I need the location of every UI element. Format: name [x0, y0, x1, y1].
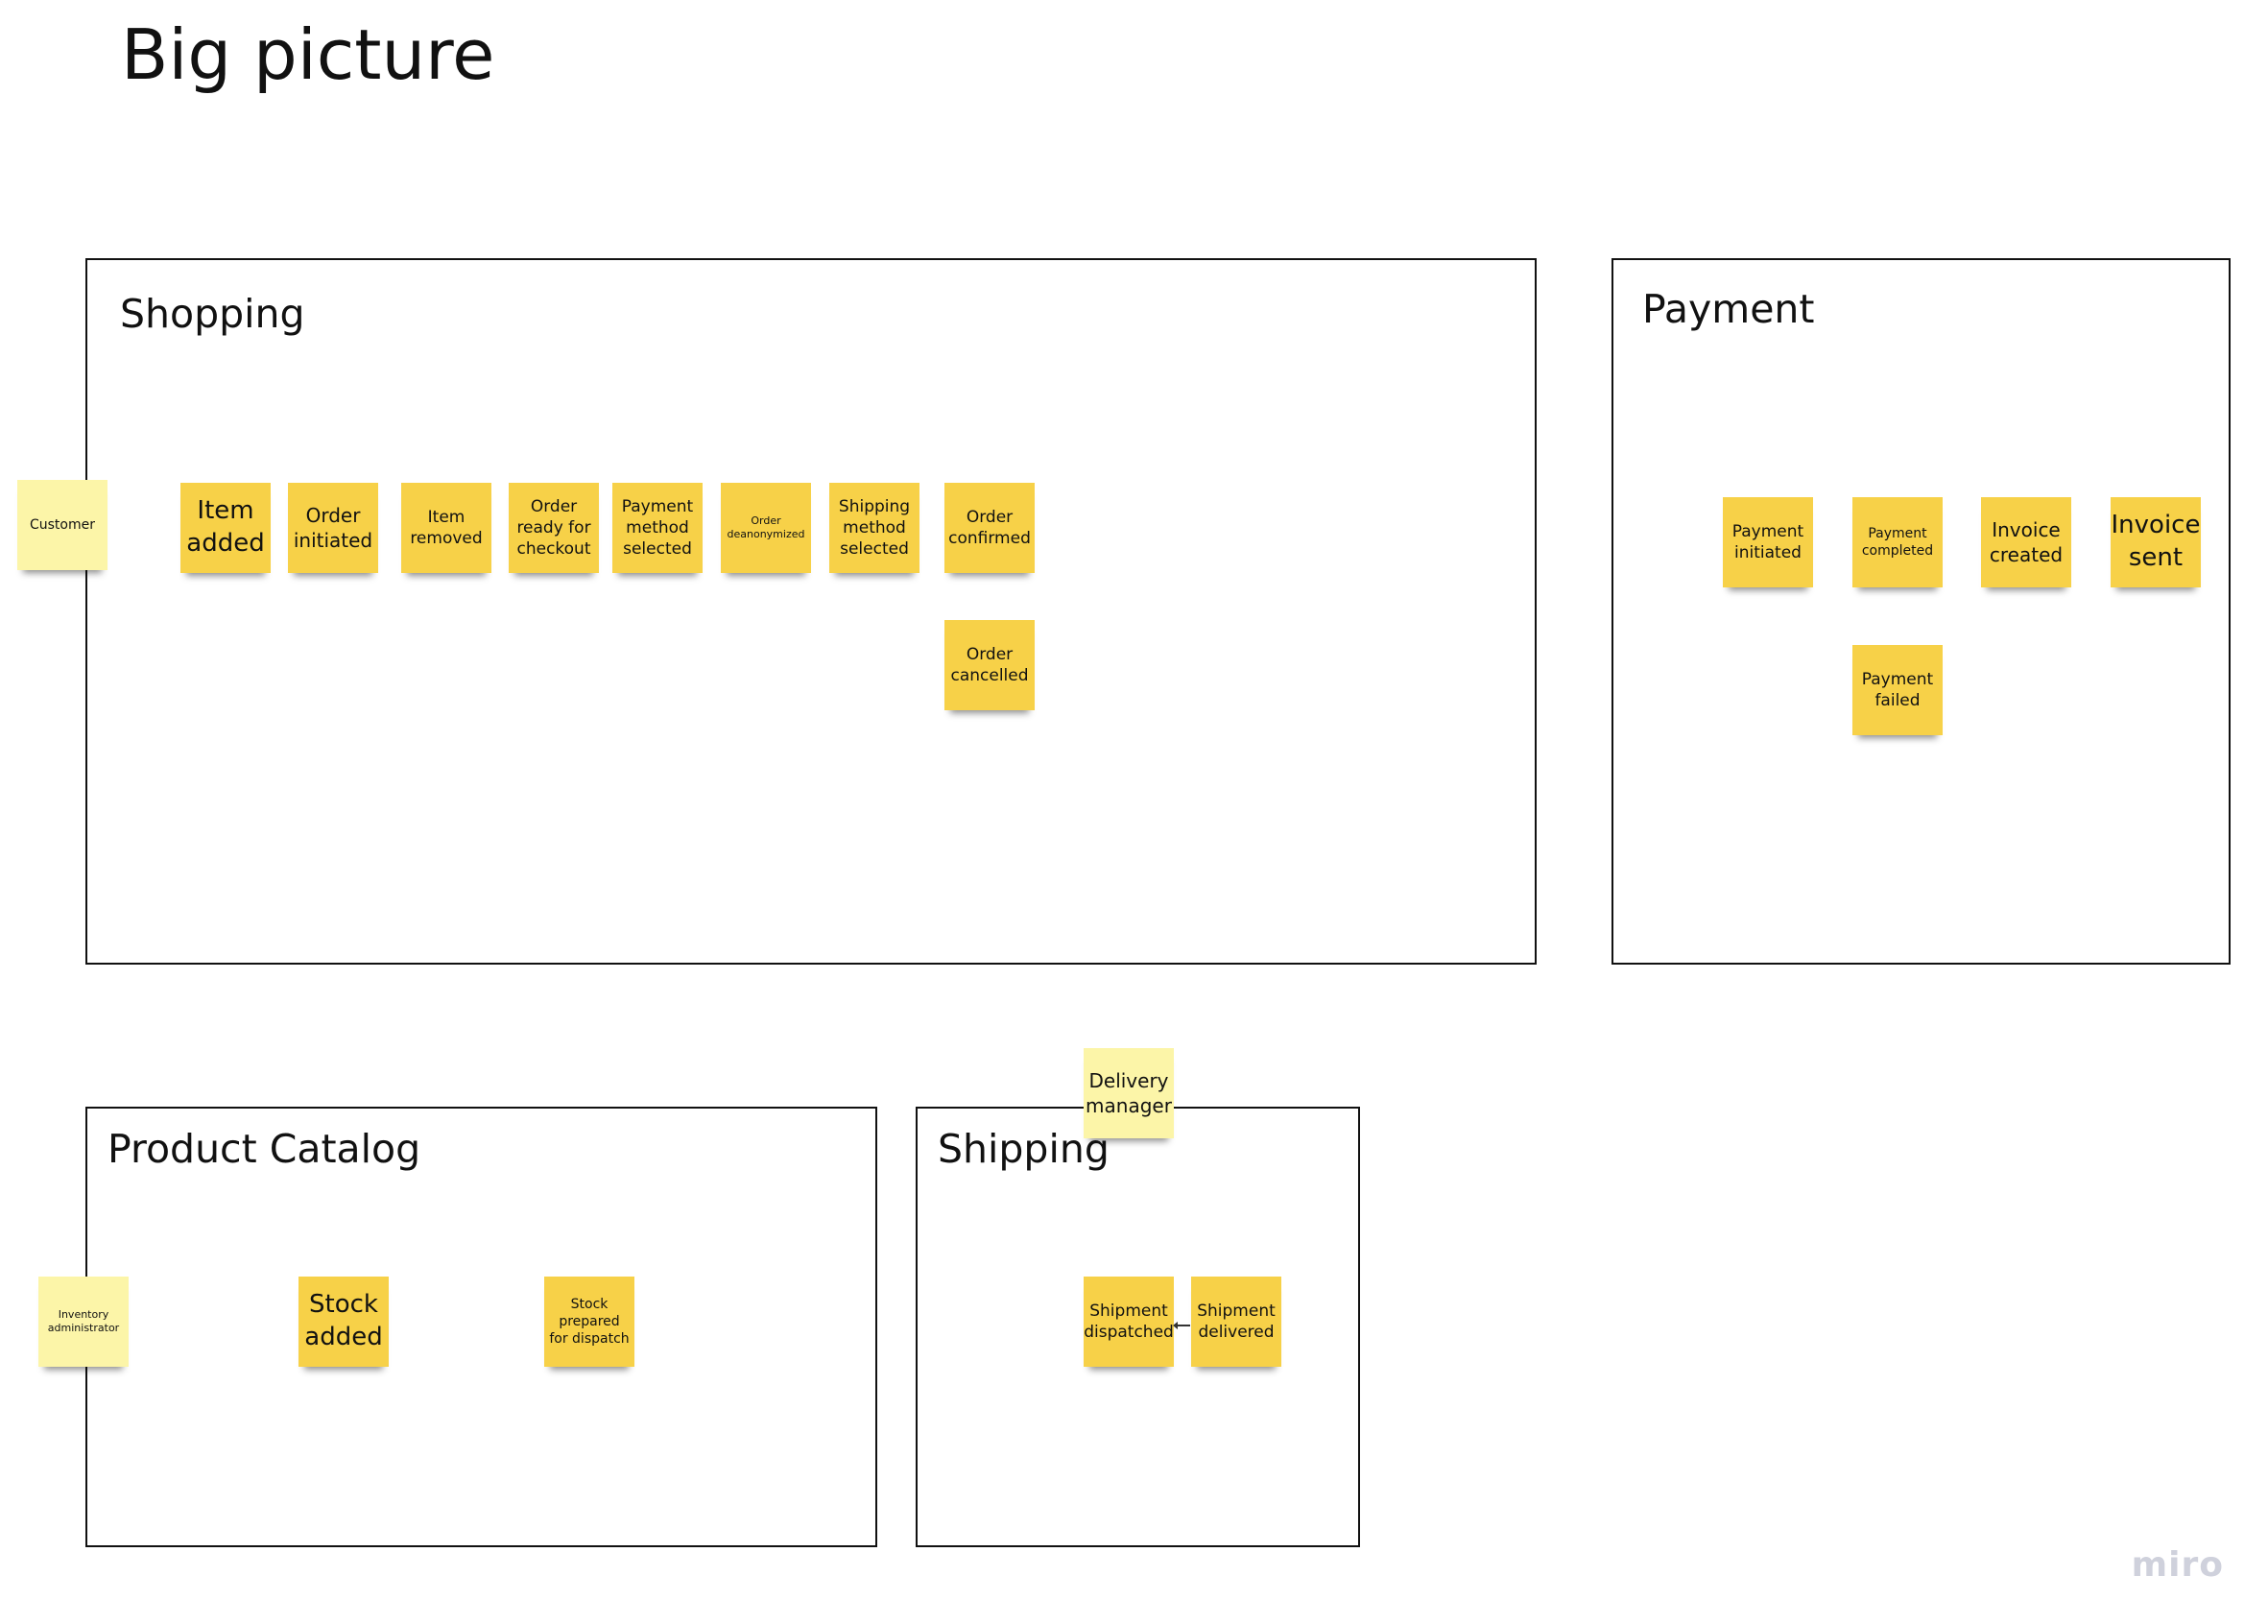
- sticky-shipping-method-selected[interactable]: Shipping method selected: [829, 483, 919, 573]
- miro-logo: miro: [2131, 1545, 2224, 1585]
- sticky-payment-initiated[interactable]: Payment initiated: [1723, 497, 1813, 587]
- sticky-payment-failed[interactable]: Payment failed: [1852, 645, 1943, 735]
- sticky-order-confirmed-label: Order confirmed: [948, 507, 1031, 548]
- sticky-delivery-manager-label: Delivery manager: [1086, 1069, 1172, 1117]
- sticky-delivery-manager[interactable]: Delivery manager: [1084, 1048, 1174, 1138]
- sticky-invoice-created-label: Invoice created: [1989, 518, 2064, 566]
- sticky-payment-completed-label: Payment completed: [1861, 525, 1934, 559]
- frame-product-catalog[interactable]: [85, 1107, 877, 1547]
- sticky-invoice-sent[interactable]: Invoice sent: [2111, 497, 2201, 587]
- sticky-stock-added[interactable]: Stock added: [298, 1277, 389, 1367]
- sticky-order-ready-label: Order ready for checkout: [516, 496, 591, 560]
- sticky-order-deanonymized-label: Order deanonymized: [727, 513, 805, 540]
- sticky-payment-method-selected[interactable]: Payment method selected: [612, 483, 703, 573]
- sticky-stock-prepared-label: Stock prepared for dispatch: [549, 1296, 630, 1348]
- sticky-payment-method-selected-label: Payment method selected: [621, 496, 694, 560]
- sticky-order-cancelled[interactable]: Order cancelled: [944, 620, 1035, 710]
- sticky-stock-added-label: Stock added: [304, 1290, 383, 1351]
- sticky-order-ready[interactable]: Order ready for checkout: [509, 483, 599, 573]
- sticky-item-removed-label: Item removed: [410, 507, 483, 548]
- sticky-item-removed[interactable]: Item removed: [401, 483, 491, 573]
- sticky-inventory-administrator[interactable]: Inventory administrator: [38, 1277, 129, 1367]
- sticky-shipment-delivered-label: Shipment delivered: [1197, 1301, 1276, 1342]
- sticky-shipment-dispatched-label: Shipment dispatched: [1084, 1301, 1174, 1342]
- sticky-order-cancelled-label: Order cancelled: [950, 644, 1029, 685]
- sticky-invoice-sent-label: Invoice sent: [2111, 511, 2201, 572]
- frame-shopping[interactable]: [85, 258, 1537, 965]
- connector-arrow[interactable]: [1173, 1322, 1190, 1329]
- sticky-item-added[interactable]: Item added: [180, 483, 271, 573]
- frame-title-product-catalog: Product Catalog: [107, 1126, 421, 1172]
- sticky-shipment-delivered[interactable]: Shipment delivered: [1191, 1277, 1281, 1367]
- sticky-order-initiated-label: Order initiated: [293, 504, 373, 552]
- frame-title-payment: Payment: [1642, 286, 1815, 332]
- sticky-payment-completed[interactable]: Payment completed: [1852, 497, 1943, 587]
- sticky-customer[interactable]: Customer: [17, 480, 107, 570]
- sticky-customer-label: Customer: [29, 516, 95, 533]
- sticky-stock-prepared[interactable]: Stock prepared for dispatch: [544, 1277, 634, 1367]
- sticky-invoice-created[interactable]: Invoice created: [1981, 497, 2071, 587]
- sticky-order-initiated[interactable]: Order initiated: [288, 483, 378, 573]
- sticky-payment-initiated-label: Payment initiated: [1731, 521, 1804, 562]
- frame-title-shopping: Shopping: [120, 291, 305, 337]
- sticky-item-added-label: Item added: [186, 496, 265, 558]
- sticky-shipping-method-selected-label: Shipping method selected: [838, 496, 911, 560]
- sticky-payment-failed-label: Payment failed: [1861, 669, 1934, 710]
- frame-payment[interactable]: [1611, 258, 2231, 965]
- sticky-order-deanonymized[interactable]: Order deanonymized: [721, 483, 811, 573]
- sticky-shipment-dispatched[interactable]: Shipment dispatched: [1084, 1277, 1174, 1367]
- page-title: Big picture: [121, 14, 495, 95]
- sticky-order-confirmed[interactable]: Order confirmed: [944, 483, 1035, 573]
- board-canvas[interactable]: Big picture Shopping Payment Product Cat…: [0, 0, 2268, 1624]
- sticky-inventory-administrator-label: Inventory administrator: [47, 1307, 120, 1334]
